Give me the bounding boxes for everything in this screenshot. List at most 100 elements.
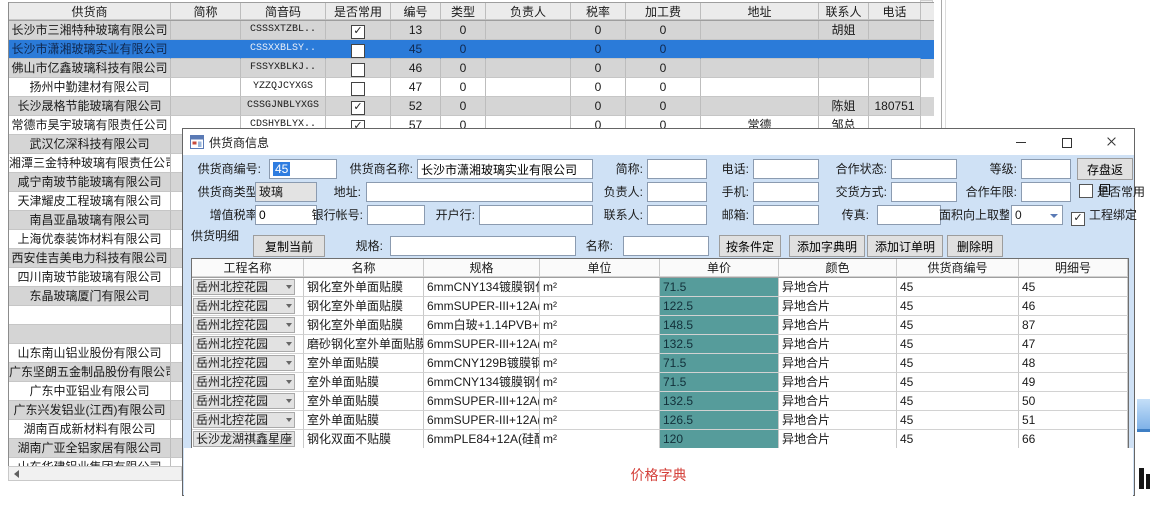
cell-contact[interactable]: [819, 78, 869, 97]
supplier-row[interactable]: 四川南玻节能玻璃有限公司: [9, 268, 183, 287]
mobile-input[interactable]: [753, 182, 819, 202]
detail-cell-color[interactable]: 异地合片: [779, 278, 897, 297]
cell-id[interactable]: 52: [391, 97, 441, 116]
detail-cell-color[interactable]: 异地合片: [779, 373, 897, 392]
cell-type[interactable]: 0: [441, 40, 486, 59]
detail-row[interactable]: 岳州北控花园室外单面贴膜6mmSUPER-III+12A(硅...m²126.5…: [192, 411, 1128, 430]
detail-cell-spec[interactable]: 6mmCNY134镀膜钢化: [424, 373, 540, 392]
detail-cell-unit[interactable]: m²: [540, 278, 660, 297]
supplier-row[interactable]: 长沙市三湘特种玻璃有限公司CSSSXTZBL..✓13000胡姐: [9, 21, 934, 40]
cell-tax[interactable]: 0: [571, 40, 626, 59]
cell-phone[interactable]: [869, 59, 921, 78]
cell-phone[interactable]: [869, 78, 921, 97]
checkbox-icon[interactable]: [351, 63, 365, 77]
detail-cell-spec[interactable]: 6mm白玻+1.14PVB+6mm...: [424, 316, 540, 335]
detail-cell-name[interactable]: 钢化室外单面贴膜: [304, 316, 424, 335]
project-select[interactable]: 岳州北控花园: [193, 412, 295, 428]
detail-cell-supplier_id[interactable]: 45: [897, 411, 1019, 430]
supplier-row[interactable]: [9, 325, 183, 344]
detail-cell-name[interactable]: 室外单面贴膜: [304, 392, 424, 411]
supplier-row[interactable]: 广东中亚铝业有限公司: [9, 382, 183, 401]
save-return-button[interactable]: 存盘返回: [1077, 158, 1133, 180]
cell-supplier[interactable]: 广东坚朗五金制品股份有限公司: [9, 363, 171, 382]
coop-status-input[interactable]: [891, 159, 957, 179]
copy-project-button[interactable]: 复制当前工程: [253, 235, 325, 257]
cell-supplier[interactable]: 扬州中勤建材有限公司: [9, 78, 171, 97]
detail-cell-unit[interactable]: m²: [540, 373, 660, 392]
cell-id[interactable]: 45: [391, 40, 441, 59]
area-roundup-select[interactable]: 0: [1011, 205, 1063, 225]
detail-cell-name[interactable]: 钢化室外单面贴膜: [304, 297, 424, 316]
detail-row[interactable]: 岳州北控花园钢化室外单面贴膜6mmCNY134镀膜钢化m²71.5异地合片454…: [192, 278, 1128, 297]
detail-cell-color[interactable]: 异地合片: [779, 316, 897, 335]
project-select[interactable]: 岳州北控花园: [193, 355, 295, 371]
detail-cell-detail_id[interactable]: 45: [1019, 278, 1128, 297]
cell-phone[interactable]: [869, 21, 921, 40]
detail-cell-detail_id[interactable]: 48: [1019, 354, 1128, 373]
detail-cell-supplier_id[interactable]: 45: [897, 316, 1019, 335]
cell-code[interactable]: FSSYXBLKJ..: [241, 59, 326, 78]
supplier-row[interactable]: 武汉亿深科技有限公司: [9, 135, 183, 154]
cell-short_name[interactable]: [171, 78, 241, 97]
detail-cell-name[interactable]: 磨砂钢化室外单面贴膜: [304, 335, 424, 354]
checkbox-icon[interactable]: [351, 44, 365, 58]
cell-type[interactable]: 0: [441, 21, 486, 40]
detail-row[interactable]: 岳州北控花园室外单面贴膜6mmCNY129B镀膜钢化m²71.5异地合片4548: [192, 354, 1128, 373]
detail-cell-price[interactable]: 148.5: [660, 316, 779, 335]
detail-row[interactable]: 岳州北控花园室外单面贴膜6mmSUPER-III+12A(硅...m²132.5…: [192, 392, 1128, 411]
project-select[interactable]: 岳州北控花园: [193, 374, 295, 390]
minimize-button[interactable]: [999, 129, 1044, 155]
detail-cell-detail_id[interactable]: 49: [1019, 373, 1128, 392]
column-header-common[interactable]: 是否常用: [326, 3, 391, 20]
column-header-manager[interactable]: 负责人: [486, 3, 571, 20]
cell-supplier[interactable]: 湖南广亚全铝家居有限公司: [9, 439, 171, 458]
cell-manager[interactable]: [486, 97, 571, 116]
cell-supplier[interactable]: 武汉亿深科技有限公司: [9, 135, 171, 154]
detail-cell-supplier_id[interactable]: 45: [897, 430, 1019, 449]
detail-row[interactable]: 岳州北控花园室外单面贴膜6mmCNY134镀膜钢化m²71.5异地合片4549: [192, 373, 1128, 392]
cell-supplier[interactable]: 东晶玻璃厦门有限公司: [9, 287, 171, 306]
cell-manager[interactable]: [486, 21, 571, 40]
detail-cell-name[interactable]: 钢化双面不贴膜: [304, 430, 424, 449]
project-select[interactable]: 岳州北控花园: [193, 279, 295, 295]
cell-supplier[interactable]: 天津耀皮工程玻璃有限公司: [9, 192, 171, 211]
detail-cell-unit[interactable]: m²: [540, 392, 660, 411]
column-header-code[interactable]: 简音码: [241, 3, 326, 20]
spec-filter-input[interactable]: [390, 236, 576, 256]
cell-code[interactable]: CSSSXTZBL..: [241, 21, 326, 40]
supplier-row[interactable]: 上海优泰装饰材料有限公司: [9, 230, 183, 249]
detail-column-header-spec[interactable]: 规格: [424, 259, 540, 277]
project-select[interactable]: 岳州北控花园: [193, 336, 295, 352]
address-input[interactable]: [366, 182, 593, 202]
cell-code[interactable]: CSSGJNBLYXGS: [241, 97, 326, 116]
detail-column-header-project[interactable]: 工程名称: [192, 259, 304, 277]
manager-input[interactable]: [647, 182, 707, 202]
cell-supplier[interactable]: 山东南山铝业股份有限公司: [9, 344, 171, 363]
cell-common[interactable]: [326, 59, 391, 78]
cell-supplier[interactable]: 西安佳吉美电力科技有限公司: [9, 249, 171, 268]
supplier-row[interactable]: 扬州中勤建材有限公司YZZQJCYXGS47000: [9, 78, 934, 97]
grade-input[interactable]: [1021, 159, 1071, 179]
cell-tax[interactable]: 0: [571, 97, 626, 116]
detail-cell-name[interactable]: 钢化室外单面贴膜: [304, 278, 424, 297]
cell-fee[interactable]: 0: [626, 59, 701, 78]
cell-tax[interactable]: 0: [571, 78, 626, 97]
detail-cell-supplier_id[interactable]: 45: [897, 392, 1019, 411]
detail-cell-detail_id[interactable]: 50: [1019, 392, 1128, 411]
scroll-left-icon[interactable]: [14, 470, 19, 478]
cell-contact[interactable]: 陈姐: [819, 97, 869, 116]
project-select[interactable]: 岳州北控花园: [193, 317, 295, 333]
cell-short_name[interactable]: [171, 21, 241, 40]
column-header-tax[interactable]: 税率: [571, 3, 626, 20]
detail-cell-name[interactable]: 室外单面贴膜: [304, 373, 424, 392]
cell-fee[interactable]: 0: [626, 21, 701, 40]
detail-cell-price[interactable]: 71.5: [660, 373, 779, 392]
project-select[interactable]: 岳州北控花园: [193, 393, 295, 409]
detail-cell-detail_id[interactable]: 51: [1019, 411, 1128, 430]
cell-id[interactable]: 13: [391, 21, 441, 40]
supplier-row[interactable]: 广东兴发铝业(江西)有限公司: [9, 401, 183, 420]
supplier-row[interactable]: 南昌亚晶玻璃有限公司: [9, 211, 183, 230]
cell-id[interactable]: 46: [391, 59, 441, 78]
column-header-contact[interactable]: 联系人: [819, 3, 869, 20]
detail-cell-supplier_id[interactable]: 45: [897, 373, 1019, 392]
